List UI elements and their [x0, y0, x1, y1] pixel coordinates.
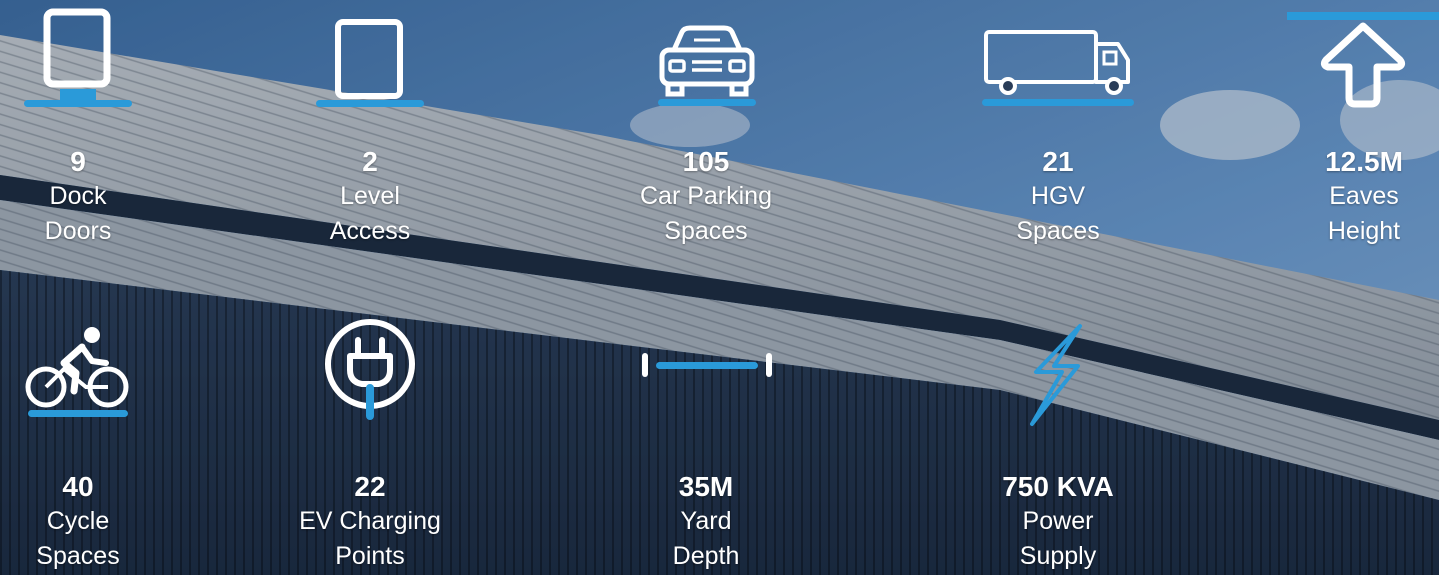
car-icon [658, 25, 756, 106]
feature-label-line1: Eaves [1329, 182, 1399, 210]
cyclist-icon [25, 327, 129, 417]
feature-value: 2 [362, 146, 378, 177]
feature-level-access: 2 Level Access [330, 145, 411, 249]
feature-power-supply: 750 KVA Power Supply [1002, 470, 1114, 574]
feature-value: 35M [678, 471, 734, 502]
feature-label-line1: Level [340, 182, 400, 210]
feature-value: 40 [62, 471, 94, 502]
feature-label-line1: EV Charging [299, 507, 441, 535]
feature-yard-depth: 35M Yard Depth [673, 470, 740, 574]
feature-label-line2: Spaces [664, 217, 748, 245]
feature-label-line1: Cycle [46, 507, 110, 535]
feature-eaves-height: 12.5M Eaves Height [1325, 145, 1403, 249]
feature-car-parking: 105 Car Parking Spaces [640, 145, 772, 249]
level-door-icon [316, 19, 424, 107]
feature-value: 22 [354, 471, 386, 502]
feature-cycle-spaces: 40 Cycle Spaces [36, 470, 119, 574]
feature-label-line1: Dock [49, 182, 107, 210]
feature-hgv-spaces: 21 HGV Spaces [1016, 145, 1099, 249]
feature-value: 21 [1042, 146, 1074, 177]
feature-label-line2: Points [335, 542, 405, 570]
feature-label-line2: Doors [44, 217, 112, 245]
feature-value: 750 KVA [1002, 471, 1114, 502]
dock-door-icon [24, 8, 132, 107]
feature-label-line1: HGV [1030, 182, 1086, 210]
feature-label-line2: Access [329, 217, 411, 245]
feature-label-line2: Supply [1019, 542, 1097, 570]
arrow-up-icon [1287, 12, 1439, 108]
truck-icon [982, 30, 1134, 106]
feature-label-line2: Depth [672, 542, 740, 570]
feature-label-line2: Height [1327, 217, 1401, 245]
ev-plug-icon [325, 319, 415, 420]
yard-depth-icon [642, 353, 772, 377]
feature-value: 105 [682, 146, 730, 177]
feature-label-line2: Spaces [1016, 217, 1100, 245]
feature-label-line1: Yard [680, 507, 732, 535]
feature-value: 12.5M [1325, 146, 1403, 177]
feature-label-line1: Power [1022, 507, 1094, 535]
feature-value: 9 [70, 146, 86, 177]
feature-ev-charging: 22 EV Charging Points [299, 470, 441, 574]
feature-label-line2: Spaces [36, 542, 120, 570]
feature-dock-doors: 9 Dock Doors [45, 145, 112, 249]
feature-label-line1: Car Parking [640, 182, 772, 210]
lightning-bolt-icon [1030, 324, 1082, 426]
